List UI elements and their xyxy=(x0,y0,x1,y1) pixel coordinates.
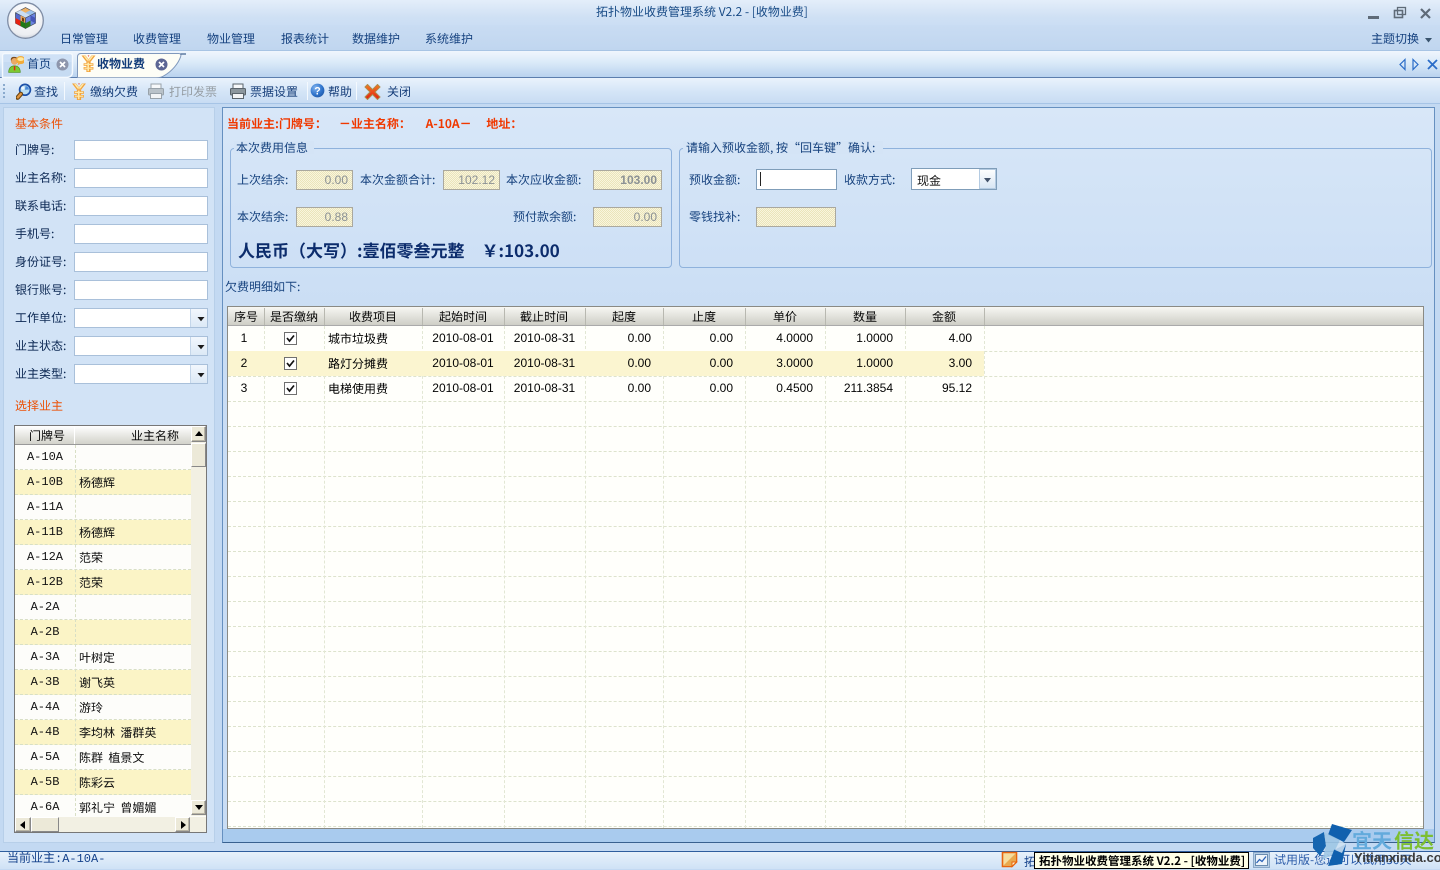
svg-text:?: ? xyxy=(314,85,320,97)
